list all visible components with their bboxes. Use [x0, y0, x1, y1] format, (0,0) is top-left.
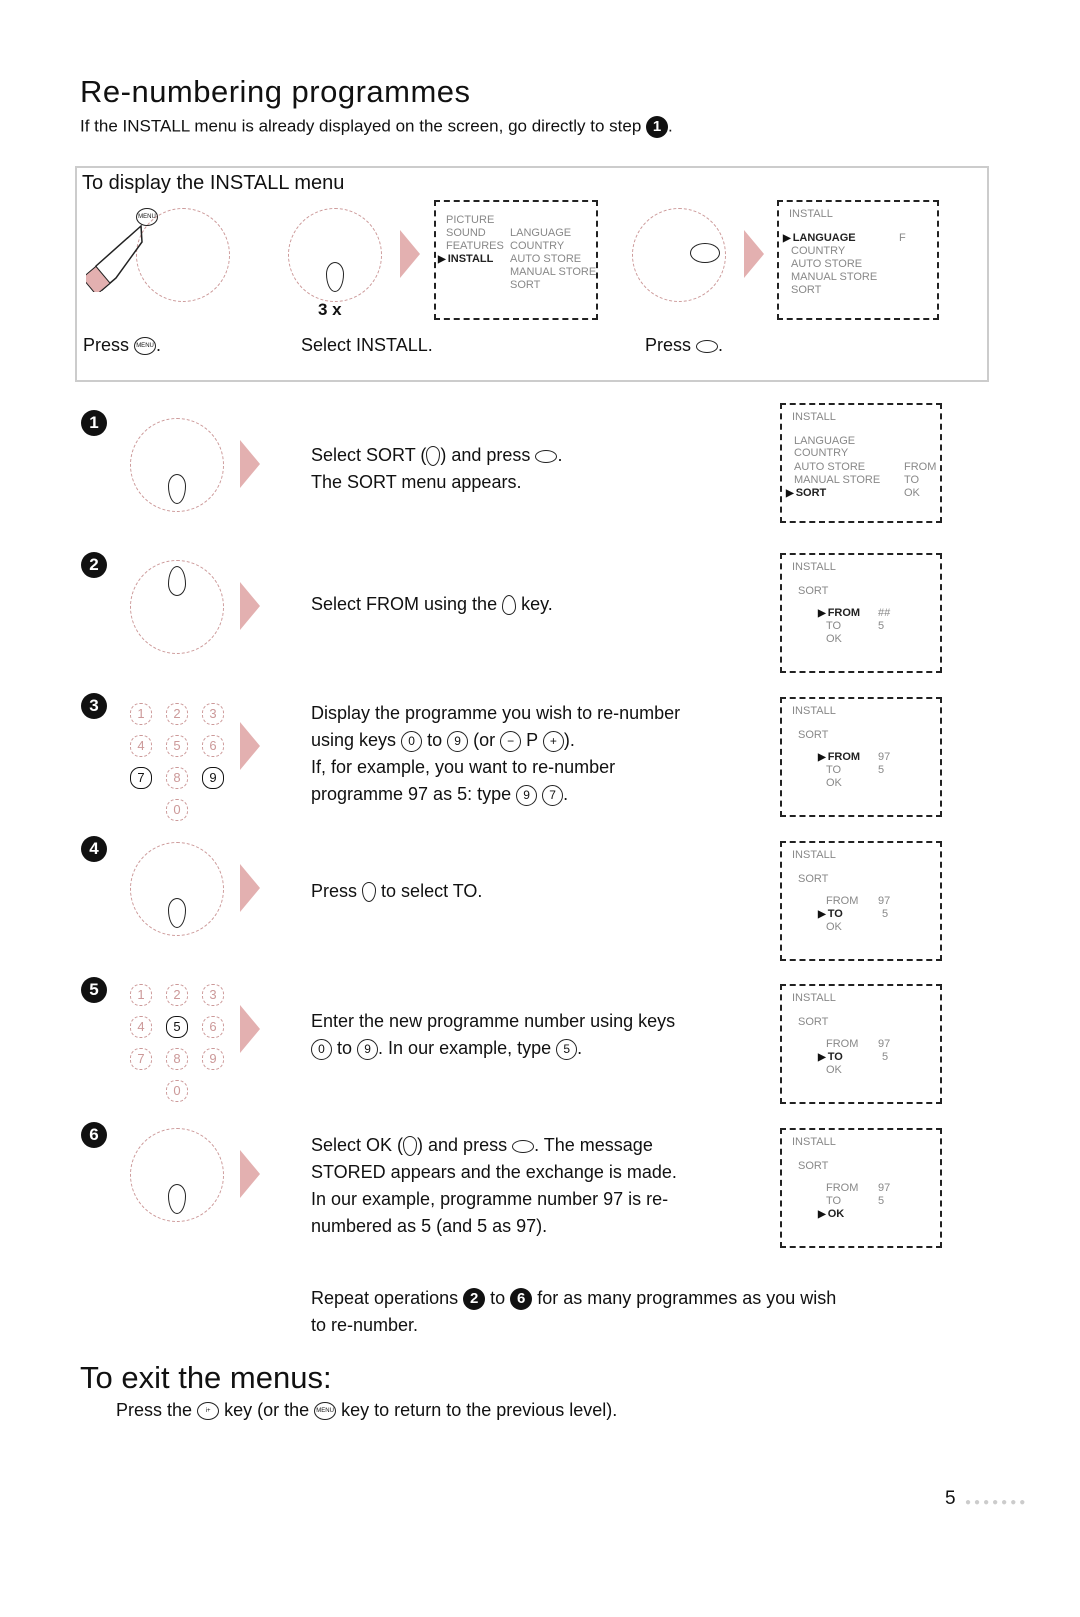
step-6-badge: 6 [510, 1288, 533, 1311]
sort-screen-from-97: INSTALL SORT FROM 97 TO 5 OK [780, 697, 942, 817]
caption-select-install: Select INSTALL. [301, 335, 433, 355]
key-5: 5 [556, 1038, 578, 1060]
menu-key-icon: MENU [314, 1402, 337, 1421]
arrow-right-icon [240, 722, 260, 770]
arrow-right-icon [744, 230, 764, 278]
step-number-6: 6 [81, 1122, 107, 1148]
number-keypad: 1 2 3 4 5 6 7 8 9 0 [130, 984, 230, 1104]
key-7: 7 [542, 784, 564, 806]
caption-press-menu: Press MENU. [83, 335, 162, 356]
sort-screen-ok: INSTALL SORT FROM 97 TO 5 OK [780, 1128, 942, 1248]
down-key-icon [426, 446, 441, 467]
down-key-icon [362, 882, 377, 903]
arrow-right-icon [240, 864, 260, 912]
step-2-text: Select FROM using the key. [311, 594, 553, 616]
page-subtitle: If the INSTALL menu is already displayed… [80, 116, 673, 138]
install-menu-screen: INSTALL LANGUAGE F COUNTRY AUTO STORE MA… [777, 200, 939, 320]
step-1-text: Select SORT () and press . The SORT menu… [311, 445, 563, 492]
step-4-text: Press to select TO. [311, 881, 483, 903]
right-key-icon [696, 339, 719, 353]
number-keypad: 1 2 3 4 5 6 7 8 9 0 [130, 703, 230, 823]
arrow-right-icon [240, 582, 260, 630]
sort-screen-from: INSTALL SORT FROM ## TO 5 OK [780, 553, 942, 673]
step-number-3: 3 [81, 693, 107, 719]
up-key-icon [168, 566, 186, 596]
key-9: 9 [516, 784, 538, 806]
sort-menu-screen: INSTALL LANGUAGE COUNTRY AUTO STORE MANU… [780, 403, 942, 523]
step-6-text: Select OK () and press . The message STO… [311, 1135, 677, 1236]
arrow-right-icon [240, 440, 260, 488]
page-title: Re-numbering programmes [80, 74, 471, 109]
arrow-right-icon [240, 1150, 260, 1198]
subtitle-text: If the INSTALL menu is already displayed… [80, 116, 642, 136]
step-1-badge: 1 [646, 116, 669, 138]
right-key-icon [512, 1139, 535, 1153]
minus-key-icon: − [500, 730, 522, 752]
info-key-icon: i+ [197, 1402, 220, 1421]
page-dots: ●●●●●●● [965, 1497, 1029, 1508]
down-key-icon [403, 1136, 418, 1157]
install-box-title: To display the INSTALL menu [82, 172, 345, 194]
step-number-5: 5 [81, 977, 107, 1003]
up-key-icon [502, 595, 517, 616]
page-number: 5 [945, 1488, 956, 1509]
arrow-right-icon [240, 1005, 260, 1053]
plus-key-icon: + [542, 730, 564, 752]
step-number-4: 4 [81, 836, 107, 862]
step-5-text: Enter the new programme number using key… [311, 1011, 676, 1060]
key-0: 0 [311, 1038, 332, 1060]
step-2-badge: 2 [463, 1288, 486, 1311]
sort-screen-to: INSTALL SORT FROM 97 TO 5 OK [780, 841, 942, 961]
hand-pressing-icon [81, 222, 146, 296]
step-number-2: 2 [81, 552, 107, 578]
key-0: 0 [401, 730, 423, 752]
caption-press-right: Press . [645, 335, 724, 355]
step-3-text: Display the programme you wish to re-num… [311, 703, 681, 806]
menu-key: MENU [136, 208, 158, 226]
right-key-icon [535, 449, 558, 463]
sort-screen-to-5: INSTALL SORT FROM 97 TO 5 OK [780, 984, 942, 1104]
main-menu-screen: PICTURE SOUND FEATURES INSTALL LANGUAGE … [434, 200, 598, 320]
step-number-1: 1 [81, 410, 107, 436]
arrow-right-icon [400, 230, 420, 278]
key-9: 9 [447, 730, 469, 752]
repeat-instructions: Repeat operations 2 to 6 for as many pro… [311, 1288, 837, 1335]
exit-menus-title: To exit the menus: [80, 1360, 332, 1395]
exit-menus-text: Press the i+ key (or the MENU key to ret… [116, 1400, 618, 1421]
times-label: 3 x [318, 300, 342, 319]
menu-key-icon: MENU [134, 337, 157, 356]
key-9: 9 [357, 1038, 379, 1060]
right-key-icon [690, 243, 720, 263]
